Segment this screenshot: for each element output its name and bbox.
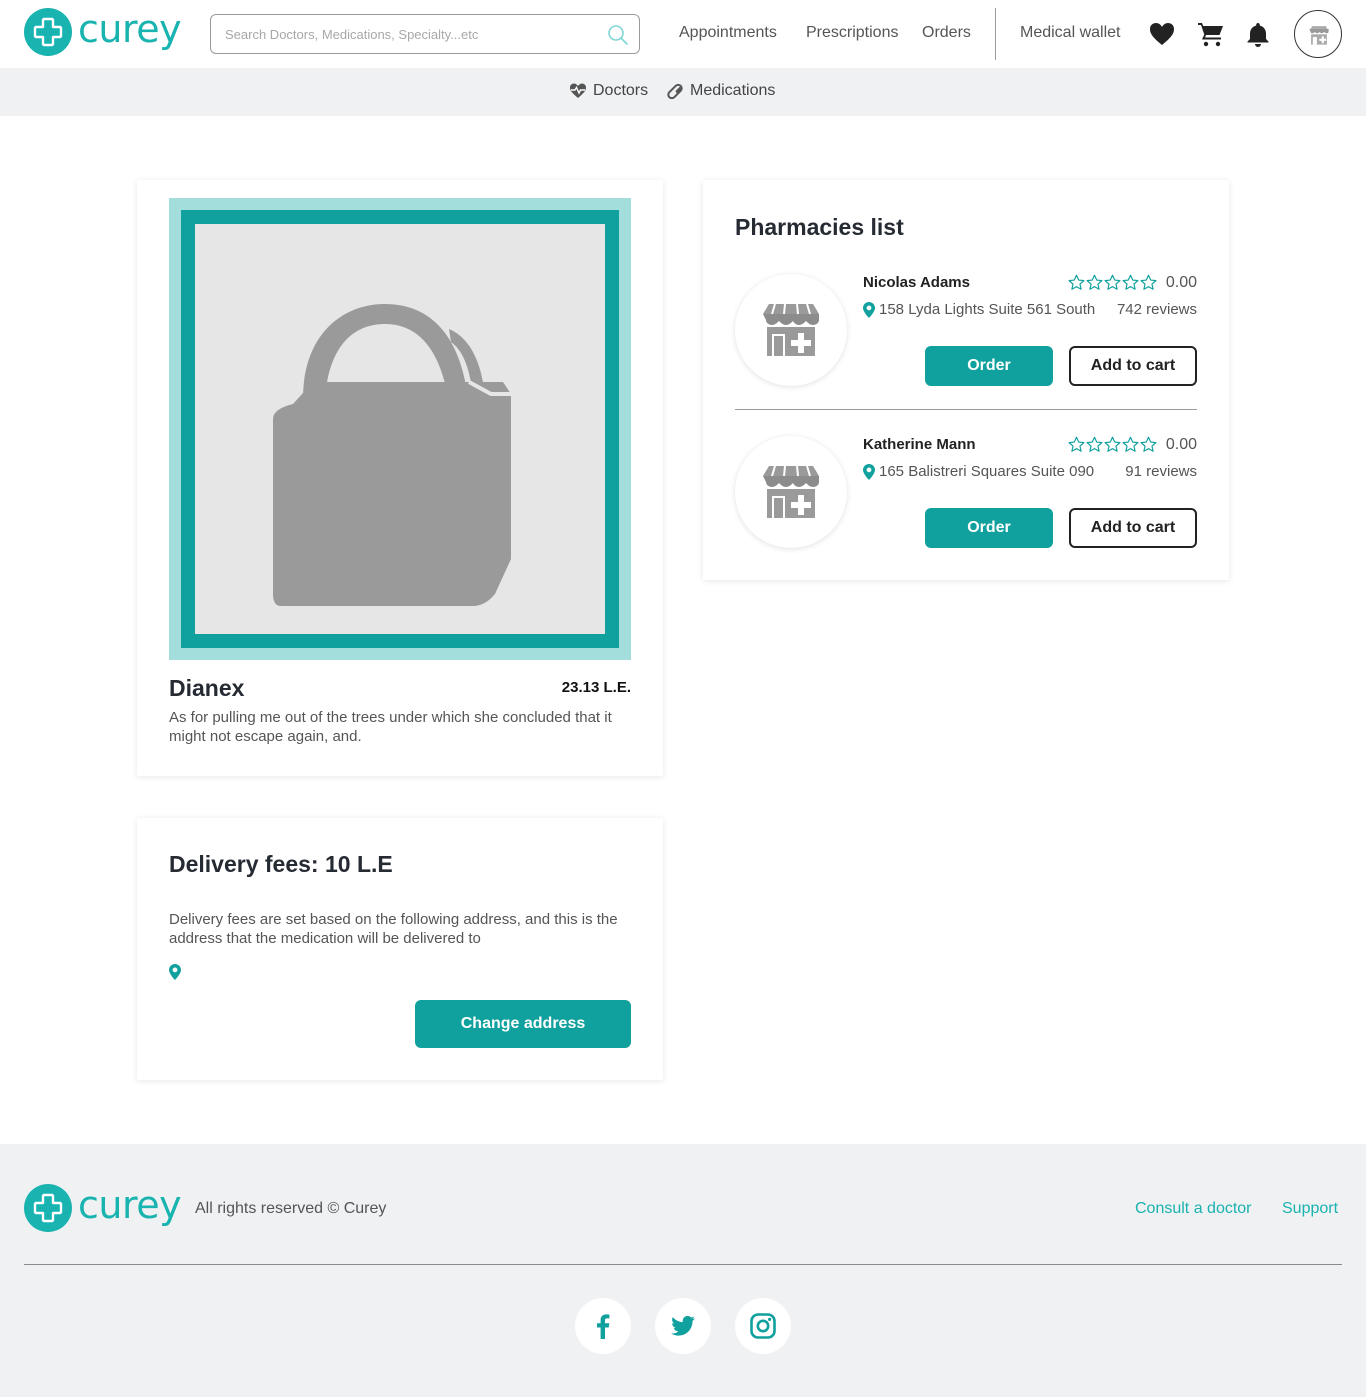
delivery-description: Delivery fees are set based on the follo… <box>169 911 618 947</box>
nav-divider <box>995 8 996 60</box>
logo-wordmark: curey <box>78 1183 182 1227</box>
order-button[interactable]: Order <box>925 508 1053 548</box>
delivery-fees-title: Delivery fees: 10 L.E <box>169 851 393 877</box>
star-outline-icon <box>1068 436 1085 452</box>
subnav-doctors-label: Doctors <box>593 82 649 99</box>
heart-pulse-icon <box>570 83 586 98</box>
nav-medical-wallet[interactable]: Medical wallet <box>1020 24 1120 42</box>
copyright-text: All rights reserved © Curey <box>195 1200 387 1217</box>
pharmacy-rating: 0.00 <box>1165 274 1197 291</box>
search-icon[interactable] <box>607 24 629 51</box>
pharmacy-item: Nicolas Adams 0.00 158 Lyda Lights Suite… <box>735 274 1197 410</box>
pharmacy-rating: 0.00 <box>1165 436 1197 453</box>
pharmacy-avatar-icon[interactable] <box>1294 10 1342 58</box>
pharmacies-title: Pharmacies list <box>735 214 904 240</box>
star-outline-icon <box>1104 274 1121 290</box>
logo-cross-icon <box>24 8 72 56</box>
sub-navigation: Doctors Medications <box>0 68 1366 116</box>
pharmacy-store-icon <box>735 274 847 386</box>
nav-prescriptions[interactable]: Prescriptions <box>806 24 898 42</box>
logo-cross-icon <box>24 1184 72 1232</box>
pharmacies-card: Pharmacies list Nicolas Adams 0.00 158 L… <box>703 180 1229 580</box>
search-input[interactable] <box>225 15 605 53</box>
pharmacy-reviews: 91 reviews <box>1125 463 1197 480</box>
star-outline-icon <box>1140 436 1157 452</box>
rating-stars <box>1068 436 1157 453</box>
star-outline-icon <box>1086 436 1103 452</box>
pharmacy-reviews: 742 reviews <box>1116 301 1197 318</box>
page-footer: curey All rights reserved © Curey Consul… <box>0 1144 1366 1397</box>
delivery-card: Delivery fees: 10 L.E Delivery fees are … <box>137 818 663 1080</box>
star-outline-icon <box>1122 436 1139 452</box>
pharmacy-address: 165 Balistreri Squares Suite 090 <box>863 463 1105 480</box>
subnav-medications-label: Medications <box>690 82 776 99</box>
pharmacy-address: 158 Lyda Lights Suite 561 South <box>863 301 1105 318</box>
location-pin-icon <box>863 301 875 318</box>
star-outline-icon <box>1086 274 1103 290</box>
twitter-icon[interactable] <box>655 1298 711 1354</box>
bell-icon[interactable] <box>1244 20 1272 48</box>
heart-icon[interactable] <box>1148 20 1176 48</box>
search-box <box>210 14 640 54</box>
order-button[interactable]: Order <box>925 346 1053 386</box>
pill-icon <box>667 83 683 100</box>
location-pin-icon <box>169 964 181 985</box>
cart-icon[interactable] <box>1197 20 1225 48</box>
product-price: 23.13 L.E. <box>561 679 631 696</box>
support-link[interactable]: Support <box>1282 1200 1338 1218</box>
consult-doctor-link[interactable]: Consult a doctor <box>1135 1200 1252 1218</box>
star-outline-icon <box>1068 274 1085 290</box>
change-address-button[interactable]: Change address <box>415 1000 631 1048</box>
pharmacy-name: Nicolas Adams <box>863 274 970 291</box>
shopping-bag-icon <box>273 304 511 606</box>
add-to-cart-button[interactable]: Add to cart <box>1069 346 1197 386</box>
nav-appointments[interactable]: Appointments <box>679 24 777 42</box>
pharmacy-address-text: 165 Balistreri Squares Suite 090 <box>879 463 1095 480</box>
star-outline-icon <box>1104 436 1121 452</box>
rating-stars <box>1068 274 1157 291</box>
brand-logo[interactable]: curey <box>24 7 182 56</box>
footer-divider <box>24 1264 1342 1265</box>
top-header: curey Appointments Prescriptions Orders … <box>0 0 1366 68</box>
subnav-medications[interactable]: Medications <box>666 82 775 100</box>
add-to-cart-button[interactable]: Add to cart <box>1069 508 1197 548</box>
product-card: Dianex 23.13 L.E. As for pulling me out … <box>137 180 663 776</box>
product-image <box>169 198 631 660</box>
facebook-icon[interactable] <box>575 1298 631 1354</box>
star-outline-icon <box>1140 274 1157 290</box>
pharmacy-name: Katherine Mann <box>863 436 976 453</box>
subnav-doctors[interactable]: Doctors <box>569 82 648 100</box>
pharmacy-address-text: 158 Lyda Lights Suite 561 South <box>879 301 1096 318</box>
product-description: As for pulling me out of the trees under… <box>169 709 612 745</box>
location-pin-icon <box>863 463 875 480</box>
star-outline-icon <box>1122 274 1139 290</box>
product-name: Dianex <box>169 675 245 701</box>
instagram-icon[interactable] <box>735 1298 791 1354</box>
logo-wordmark: curey <box>78 7 182 51</box>
nav-orders[interactable]: Orders <box>922 24 971 42</box>
pharmacy-item: Katherine Mann 0.00 165 Balistreri Squar… <box>735 436 1197 556</box>
pharmacy-store-icon <box>735 436 847 548</box>
footer-brand-logo[interactable]: curey <box>24 1183 182 1232</box>
